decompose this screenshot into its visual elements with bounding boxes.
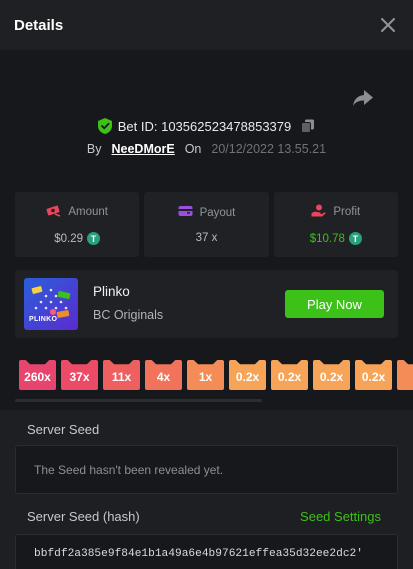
on-label: On [184, 142, 202, 156]
stat-profit: Profit $10.78 T [273, 192, 398, 257]
multiplier-chip: 0.2x [229, 360, 266, 390]
copy-icon[interactable] [301, 119, 315, 133]
stat-profit-label: Profit [333, 206, 361, 218]
stat-profit-value: $10.78 [309, 232, 345, 245]
multiplier-chip: 260x [19, 360, 56, 390]
stat-payout-value: 37 x [195, 232, 218, 244]
player-username-link[interactable]: NeeDMorE [111, 142, 174, 156]
close-icon[interactable] [377, 14, 399, 36]
multiplier-chip: 1x [187, 360, 224, 390]
stat-payout-label: Payout [199, 206, 236, 219]
wallet-icon [178, 205, 193, 220]
bet-author-row: By NeeDMorE On 20/12/2022 13.55.21 [0, 140, 413, 158]
game-card: PLINKO Plinko BC Originals Play Now [15, 270, 398, 338]
usdt-token-icon: T [348, 232, 362, 245]
multiplier-scrollbar[interactable] [15, 399, 262, 402]
multiplier-chip [397, 360, 413, 390]
thumbnail-text: PLINKO [29, 316, 58, 323]
seed-settings-link[interactable]: Seed Settings [300, 509, 381, 524]
stat-payout: Payout 37 x [144, 192, 269, 257]
multiplier-chip: 0.2x [313, 360, 350, 390]
by-label: By [86, 142, 102, 156]
play-now-button[interactable]: Play Now [285, 290, 384, 318]
multiplier-row: 260x 37x 11x 4x 1x 0.2x 0.2x 0.2x 0.2x [19, 360, 413, 392]
bet-id-text: Bet ID: 103562523478853379 [117, 118, 292, 134]
verified-shield-icon [97, 118, 112, 134]
stat-amount: Amount $0.29 T [15, 192, 140, 257]
profit-hand-icon [311, 204, 326, 220]
plinko-game-thumbnail[interactable]: PLINKO [24, 278, 78, 330]
usdt-token-icon: T [87, 232, 101, 245]
bet-id-row: Bet ID: 103562523478853379 [0, 116, 413, 136]
server-seed-hash-value: bbfdf2a385e9f84e1b1a49a6e4b97621effea35d… [34, 548, 363, 560]
game-name: Plinko [93, 284, 130, 299]
server-seed-label: Server Seed [27, 422, 100, 437]
multiplier-chip: 0.2x [271, 360, 308, 390]
server-seed-hash-field[interactable]: bbfdf2a385e9f84e1b1a49a6e4b97621effea35d… [15, 534, 398, 569]
multiplier-chip: 4x [145, 360, 182, 390]
share-icon[interactable] [352, 88, 376, 110]
game-provider: BC Originals [93, 308, 164, 322]
bet-date: 20/12/2022 13.55.21 [211, 142, 327, 156]
multiplier-chip: 0.2x [355, 360, 392, 390]
server-seed-value: The Seed hasn't been revealed yet. [34, 462, 224, 477]
server-seed-hash-label: Server Seed (hash) [27, 509, 140, 524]
money-icon [46, 204, 61, 220]
details-title: Details [14, 16, 64, 34]
bet-stats: Amount $0.29 T Payout 37 x Profit $10.78… [15, 192, 398, 257]
multiplier-chip: 11x [103, 360, 140, 390]
details-header: Details [0, 0, 413, 50]
multiplier-chip: 37x [61, 360, 98, 390]
stat-amount-label: Amount [68, 206, 108, 218]
stat-amount-value: $0.29 [54, 232, 84, 245]
server-seed-field: The Seed hasn't been revealed yet. [15, 445, 398, 494]
